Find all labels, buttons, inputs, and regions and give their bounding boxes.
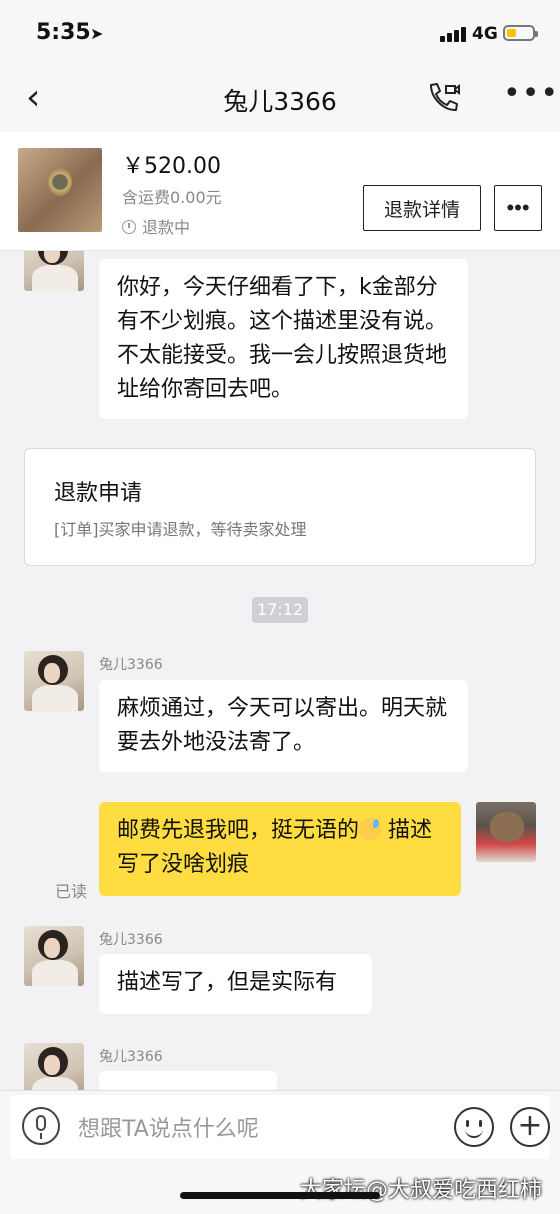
sender-name: 兔儿3366 [99, 657, 163, 673]
message-input-placeholder[interactable]: 想跟TA说点什么呢 [78, 1111, 259, 1143]
status-bar: 5:35 ➤ 4G [0, 0, 560, 68]
avatar[interactable] [24, 651, 84, 711]
product-thumbnail[interactable] [18, 148, 102, 232]
product-more-button[interactable]: ••• [494, 185, 542, 231]
more-options-icon[interactable]: ••• [503, 76, 559, 111]
message-bubble[interactable]: 描述写了，但是实际有 [99, 954, 372, 1014]
my-message-bubble[interactable]: 邮费先退我吧，挺无语的 描述写了没啥划痕 [99, 802, 461, 896]
chat-title: 兔儿3366 [223, 87, 337, 116]
avatar[interactable] [24, 926, 84, 986]
watermark: 大家坛@大叔爱吃西红柿 [300, 1178, 543, 1203]
plus-icon[interactable]: + [510, 1107, 550, 1147]
card-description: [订单]买家申请退款，等待卖家处理 [54, 520, 307, 539]
refund-detail-button[interactable]: 退款详情 [363, 185, 481, 231]
chat-messages[interactable]: 你好，今天仔细看了下，k金部分有不少划痕。这个描述里没有说。不太能接受。我一会儿… [0, 251, 560, 1090]
card-title: 退款申请 [54, 481, 143, 506]
product-price: ￥520.00 [122, 154, 221, 179]
order-status-label: 退款中 [142, 218, 191, 237]
network-type: 4G [472, 24, 498, 44]
signal-icon [440, 26, 470, 42]
message-text: 邮费先退我吧，挺无语的 [117, 818, 360, 843]
location-arrow-icon: ➤ [90, 24, 104, 43]
clock-icon [122, 220, 136, 234]
avatar[interactable] [24, 1043, 84, 1090]
message-bubble[interactable]: 你好，今天仔细看了下，k金部分有不少划痕。这个描述里没有说。不太能接受。我一会儿… [99, 259, 468, 419]
message-timestamp: 17:12 [252, 597, 308, 623]
sweat-emoji-icon [359, 818, 382, 840]
chat-header: ‹ 兔儿3366 ••• [0, 68, 560, 132]
sender-name: 兔儿3366 [99, 1049, 163, 1065]
avatar[interactable] [24, 251, 84, 291]
battery-icon [503, 25, 538, 41]
call-icon[interactable] [425, 80, 461, 116]
status-time: 5:35 [36, 20, 91, 45]
read-receipt: 已读 [55, 882, 88, 901]
sender-name: 兔儿3366 [99, 932, 163, 948]
shipping-fee: 含运费0.00元 [122, 188, 222, 207]
microphone-icon[interactable] [22, 1107, 60, 1145]
emoji-icon[interactable] [454, 1107, 494, 1147]
my-avatar[interactable] [476, 802, 536, 862]
message-input[interactable]: 想跟TA说点什么呢 + [10, 1095, 550, 1159]
refund-request-card[interactable]: 退款申请 [订单]买家申请退款，等待卖家处理 [24, 448, 536, 566]
order-status: 退款中 [122, 214, 190, 238]
product-card[interactable]: ￥520.00 含运费0.00元 退款中 退款详情 ••• [0, 132, 560, 251]
home-indicator[interactable] [180, 1192, 380, 1199]
message-bubble[interactable]: 麻烦通过，今天可以寄出。明天就要去外地没法寄了。 [99, 680, 468, 772]
message-bubble[interactable] [99, 1071, 277, 1090]
